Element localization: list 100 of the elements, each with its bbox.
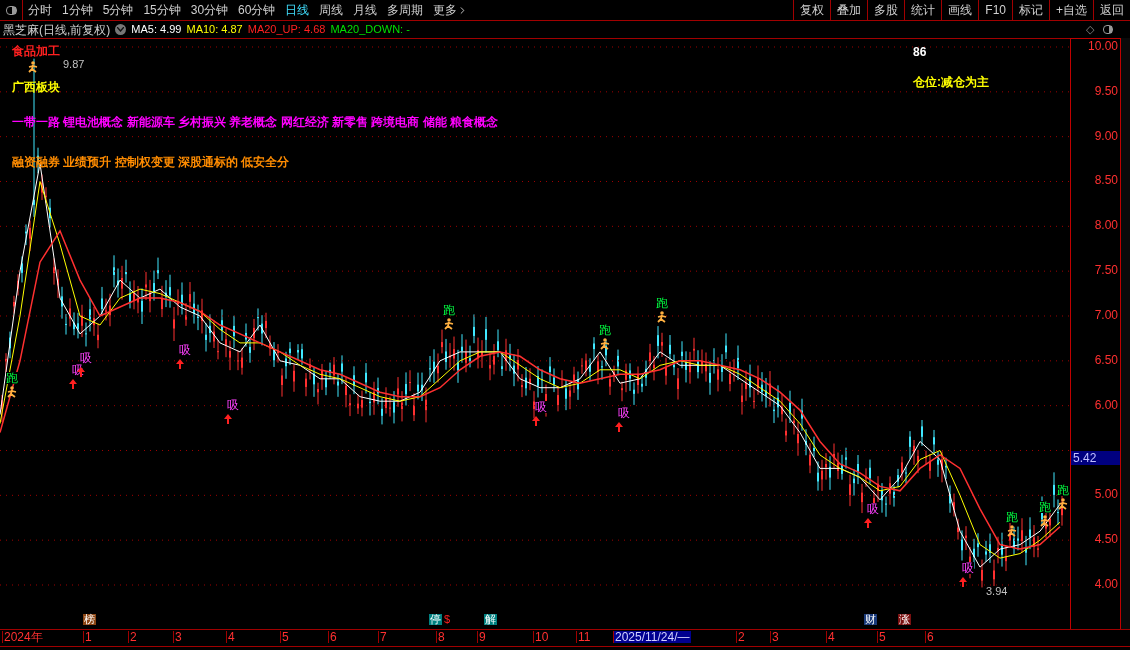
period-tab[interactable]: 60分钟 (233, 0, 281, 20)
stock-title: 黑芝麻(日线,前复权) (3, 23, 111, 36)
price-tick-label: 8.00 (1094, 219, 1118, 232)
buy-signal: 吸 (535, 401, 547, 413)
date-axis-label: 2 (128, 631, 138, 643)
date-axis-label: 11 (576, 631, 592, 643)
price-tick-label: 7.00 (1094, 309, 1118, 321)
buy-signal: 吸 (618, 407, 630, 419)
diamond-icon[interactable]: ◇ (1086, 24, 1094, 35)
sell-signal: 跑 (443, 304, 455, 316)
chart-annotation: 食品加工 (12, 45, 60, 57)
date-axis-label: 5 (280, 631, 290, 643)
toolbar-button[interactable]: 画线 (941, 0, 979, 20)
period-tab[interactable]: 日线 (280, 0, 315, 20)
sell-signal: 跑 (1006, 511, 1018, 523)
period-tab[interactable]: 5分钟 (97, 0, 139, 20)
price-tick-label: 4.00 (1094, 578, 1118, 590)
period-tab[interactable]: 多周期 (382, 0, 429, 20)
date-axis-label: 9 (477, 631, 487, 643)
sell-signal: 跑 (1057, 484, 1069, 496)
buy-signal: 吸 (867, 503, 879, 515)
event-badge: 解 (484, 614, 497, 625)
chart-annotation: 一带一路 锂电池概念 新能源车 乡村振兴 养老概念 网红经济 新零售 跨境电商 储能 粮食概念 (12, 116, 498, 128)
period-tab[interactable]: 30分钟 (185, 0, 234, 20)
price-tick-label: 6.50 (1094, 353, 1118, 366)
runner-icon (443, 318, 455, 330)
date-axis-label: 4 (226, 631, 236, 643)
price-tick-label: 10.00 (1087, 40, 1118, 52)
sell-signal: 跑 (599, 324, 611, 336)
ma-indicator: MA20_UP: 4.68 (247, 24, 326, 35)
runner-icon (27, 61, 39, 73)
date-axis-label: 5 (877, 631, 887, 643)
sell-signal: 跑 (1039, 501, 1051, 513)
chart-annotation: 融资融券 业绩预升 控制权变更 深股通标的 低安全分 (12, 156, 290, 168)
price-tick-label: 9.50 (1094, 84, 1118, 97)
panel-toggle-icon[interactable] (1103, 25, 1113, 34)
current-price-tag: 5.42 (1071, 450, 1120, 465)
dropdown-icon[interactable] (115, 24, 127, 35)
toolbar-button[interactable]: +自选 (1049, 0, 1093, 20)
buy-signal: 吸 (227, 399, 239, 411)
toolbar-button[interactable]: F10 (978, 0, 1012, 20)
price-tick-label: 6.00 (1094, 398, 1118, 411)
runner-icon (656, 311, 668, 323)
date-axis-label: 10 (533, 631, 550, 643)
date-axis-label: 8 (436, 631, 446, 643)
date-axis-label: 6 (925, 631, 935, 643)
period-tab[interactable]: 周线 (314, 0, 349, 20)
period-tab[interactable]: 月线 (348, 0, 383, 20)
ma-indicator: MA10: 4.87 (186, 24, 243, 35)
buy-signal: 吸 (179, 344, 191, 356)
date-axis-label: 7 (378, 631, 388, 643)
low-price-label: 3.94 (986, 586, 1008, 597)
buy-signal: 吸 (80, 352, 92, 364)
event-badge: 财 (864, 614, 877, 625)
price-tick-label: 8.50 (1094, 174, 1118, 187)
toolbar-button[interactable]: 标记 (1012, 0, 1049, 20)
buy-signal: 吸 (962, 562, 974, 574)
up-arrow-icon (959, 577, 967, 587)
period-tab[interactable]: 更多 (428, 0, 474, 20)
up-arrow-icon (176, 359, 184, 369)
event-badge: 涨 (898, 614, 911, 625)
up-arrow-icon (615, 422, 623, 432)
runner-icon (6, 386, 18, 398)
event-badge: 停 (429, 614, 442, 625)
toolbar-button[interactable]: 返回 (1093, 0, 1130, 20)
sell-signal: 跑 (656, 297, 668, 309)
runner-icon (599, 338, 611, 350)
date-axis-label: 2024年 (2, 631, 44, 643)
toolbar-button[interactable]: 统计 (904, 0, 942, 20)
runner-icon (1057, 498, 1069, 510)
period-tab[interactable]: 分时 (23, 0, 57, 20)
up-arrow-icon (224, 414, 232, 424)
runner-icon (1039, 515, 1051, 527)
date-axis-label: 1 (83, 631, 93, 643)
period-tab[interactable]: 1分钟 (57, 0, 98, 20)
toolbar-button[interactable]: 多股 (867, 0, 905, 20)
chart-annotation: 86 (913, 46, 927, 58)
price-tick-label: 5.00 (1094, 488, 1118, 501)
event-badge: 榜 (83, 614, 96, 625)
date-axis-label: 6 (328, 631, 338, 643)
toolbar-button[interactable]: 叠加 (830, 0, 868, 20)
up-arrow-icon (864, 518, 872, 528)
high-price-label: 9.87 (63, 59, 85, 70)
ma-indicator: MA20_DOWN: - (330, 24, 410, 35)
event-badge: $ (443, 614, 452, 625)
date-axis-label: 2025/11/24/— (613, 631, 691, 643)
price-tick-label: 4.50 (1094, 533, 1118, 546)
toolbar-button[interactable]: 复权 (793, 0, 831, 20)
chart-annotation: 广西板块 (12, 81, 60, 93)
chart-annotation: 仓位:减仓为主 (913, 76, 989, 88)
date-axis-label: 3 (770, 631, 780, 643)
date-axis-label: 4 (826, 631, 836, 643)
price-tick-label: 7.50 (1094, 264, 1118, 277)
period-tab[interactable]: 15分钟 (138, 0, 186, 20)
ma-indicator: MA5: 4.99 (131, 24, 182, 35)
runner-icon (1006, 525, 1018, 537)
date-axis-label: 2 (736, 631, 746, 643)
up-arrow-icon (532, 416, 540, 426)
date-axis-label: 3 (173, 631, 183, 643)
sell-signal: 跑 (6, 372, 18, 384)
